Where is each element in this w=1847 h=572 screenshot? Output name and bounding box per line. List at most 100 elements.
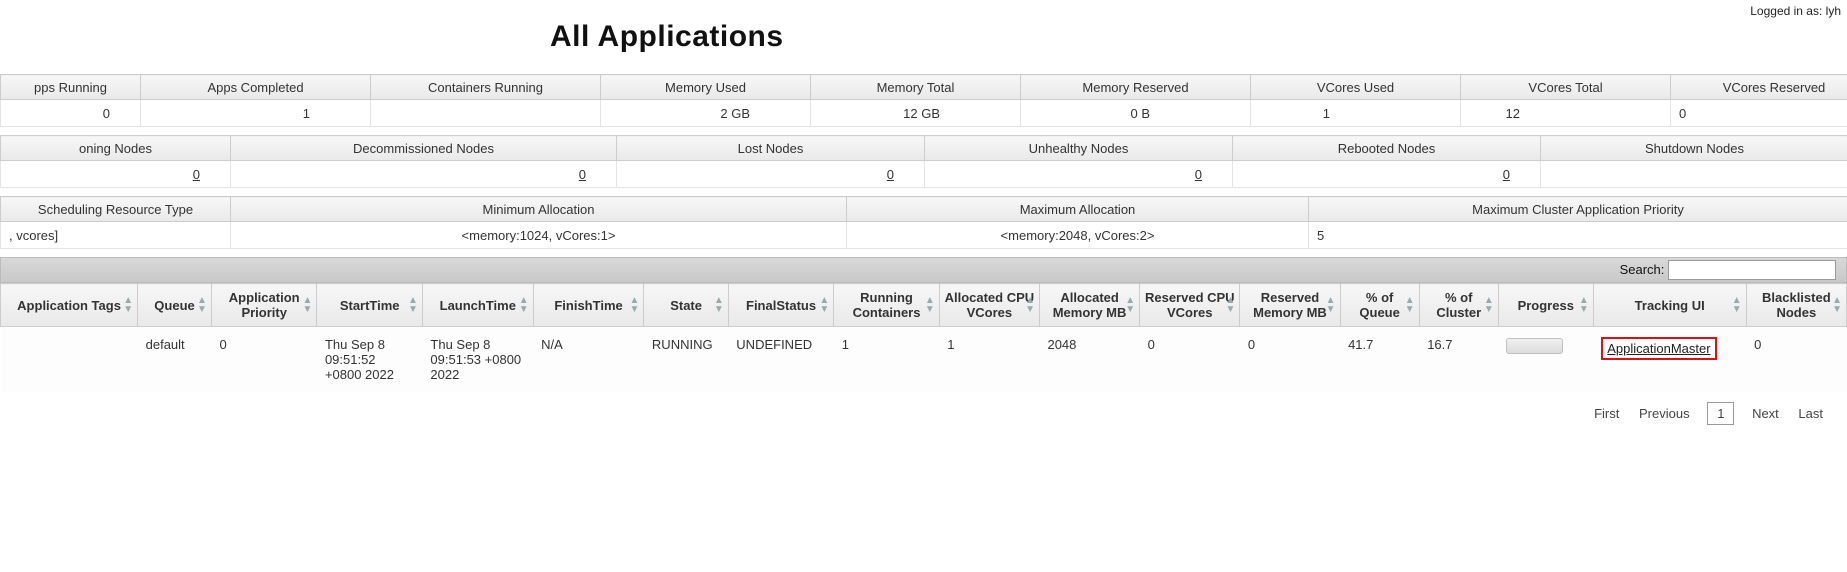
nodes-val-shutdown[interactable] (1541, 161, 1847, 188)
apps-hdr-queue[interactable]: Queue▲▼ (138, 284, 212, 327)
cell-progress (1498, 327, 1593, 393)
cell-priority: 0 (211, 327, 316, 393)
apps-hdr-priority[interactable]: Application Priority▲▼ (211, 284, 316, 327)
apps-hdr-progress[interactable]: Progress▲▼ (1498, 284, 1593, 327)
progress-bar (1506, 338, 1563, 354)
metric-hdr-containers-running: Containers Running (371, 75, 601, 100)
sort-icon: ▲▼ (408, 296, 418, 314)
nodes-hdr-rebooted: Rebooted Nodes (1233, 136, 1541, 161)
nodes-val-decommissioned[interactable]: 0 (231, 161, 617, 188)
apps-hdr-res-mem[interactable]: Reserved Memory MB▲▼ (1240, 284, 1340, 327)
metric-hdr-vcores-total: VCores Total (1461, 75, 1671, 100)
nodes-hdr-unhealthy: Unhealthy Nodes (925, 136, 1233, 161)
sched-val-min: <memory:1024, vCores:1> (231, 222, 847, 249)
tracking-ui-highlight: ApplicationMaster (1601, 337, 1716, 360)
metric-hdr-memory-used: Memory Used (601, 75, 811, 100)
sort-icon: ▲▼ (1405, 296, 1415, 314)
cell-queue: default (138, 327, 212, 393)
cell-alloc-mem: 2048 (1039, 327, 1139, 393)
metric-val-memory-total: 12 GB (811, 100, 1021, 127)
cell-res-vcores: 0 (1140, 327, 1240, 393)
apps-hdr-blacklisted[interactable]: Blacklisted Nodes▲▼ (1746, 284, 1846, 327)
cell-res-mem: 0 (1240, 327, 1340, 393)
sort-icon: ▲▼ (714, 296, 724, 314)
sort-icon: ▲▼ (1125, 296, 1135, 314)
cell-launch: Thu Sep 8 09:51:53 +0800 2022 (422, 327, 533, 393)
metric-val-containers-running (371, 100, 601, 127)
apps-hdr-tags[interactable]: Application Tags▲▼ (1, 284, 138, 327)
metric-val-apps-completed: 1 (141, 100, 371, 127)
page-prev[interactable]: Previous (1639, 406, 1690, 421)
nodes-hdr-lost: Lost Nodes (617, 136, 925, 161)
nodes-metrics-table: oning Nodes Decommissioned Nodes Lost No… (0, 135, 1847, 188)
page-first[interactable]: First (1594, 406, 1619, 421)
sort-icon: ▲▼ (1326, 296, 1336, 314)
nodes-val-rebooted[interactable]: 0 (1233, 161, 1541, 188)
applications-table: Application Tags▲▼ Queue▲▼ Application P… (0, 283, 1847, 392)
sched-hdr-type: Scheduling Resource Type (1, 197, 231, 222)
apps-hdr-finalstatus[interactable]: FinalStatus▲▼ (728, 284, 833, 327)
page-number[interactable]: 1 (1707, 402, 1734, 425)
cell-final: UNDEFINED (728, 327, 833, 393)
sched-hdr-max: Maximum Allocation (847, 197, 1309, 222)
sort-icon: ▲▼ (1025, 296, 1035, 314)
cell-tags (1, 327, 138, 393)
pagination: First Previous 1 Next Last (0, 392, 1847, 431)
page-next[interactable]: Next (1752, 406, 1779, 421)
sched-val-max: <memory:2048, vCores:2> (847, 222, 1309, 249)
sort-icon: ▲▼ (303, 296, 313, 314)
apps-hdr-running-containers[interactable]: Running Containers▲▼ (834, 284, 939, 327)
sort-icon: ▲▼ (519, 296, 529, 314)
page-last[interactable]: Last (1798, 406, 1823, 421)
nodes-hdr-decommissioning: oning Nodes (1, 136, 231, 161)
cell-tracking: ApplicationMaster (1593, 327, 1746, 393)
logged-in-user: lyh (1826, 4, 1841, 18)
apps-hdr-pct-queue[interactable]: % of Queue▲▼ (1340, 284, 1419, 327)
sched-hdr-min: Minimum Allocation (231, 197, 847, 222)
metric-hdr-apps-completed: Apps Completed (141, 75, 371, 100)
cell-running-containers: 1 (834, 327, 939, 393)
cell-blacklisted: 0 (1746, 327, 1846, 393)
sort-icon: ▲▼ (1732, 296, 1742, 314)
cell-pct-cluster: 16.7 (1419, 327, 1498, 393)
sched-val-priority: 5 (1309, 222, 1847, 249)
datatable-toolbar: Search: (0, 257, 1847, 283)
apps-hdr-res-vcores[interactable]: Reserved CPU VCores▲▼ (1140, 284, 1240, 327)
apps-hdr-starttime[interactable]: StartTime▲▼ (317, 284, 422, 327)
apps-hdr-finishtime[interactable]: FinishTime▲▼ (533, 284, 644, 327)
cluster-metrics-table: pps Running Apps Completed Containers Ru… (0, 74, 1847, 127)
table-row: default 0 Thu Sep 8 09:51:52 +0800 2022 … (1, 327, 1847, 393)
sched-hdr-priority: Maximum Cluster Application Priority (1309, 197, 1847, 222)
search-label: Search: (1620, 262, 1665, 277)
apps-hdr-tracking[interactable]: Tracking UI▲▼ (1593, 284, 1746, 327)
apps-hdr-alloc-vcores[interactable]: Allocated CPU VCores▲▼ (939, 284, 1039, 327)
cell-pct-queue: 41.7 (1340, 327, 1419, 393)
cell-state: RUNNING (644, 327, 728, 393)
nodes-hdr-shutdown: Shutdown Nodes (1541, 136, 1847, 161)
search-input[interactable] (1668, 260, 1836, 280)
apps-hdr-alloc-mem[interactable]: Allocated Memory MB▲▼ (1039, 284, 1139, 327)
sort-icon: ▲▼ (819, 296, 829, 314)
logged-in-status: Logged in as: lyh (1750, 4, 1841, 18)
cell-finish: N/A (533, 327, 644, 393)
sort-icon: ▲▼ (925, 296, 935, 314)
metric-hdr-vcores-used: VCores Used (1251, 75, 1461, 100)
apps-hdr-launchtime[interactable]: LaunchTime▲▼ (422, 284, 533, 327)
sort-icon: ▲▼ (630, 296, 640, 314)
page-title: All Applications (550, 20, 1847, 54)
apps-hdr-state[interactable]: State▲▼ (644, 284, 728, 327)
logged-in-prefix: Logged in as: (1750, 4, 1825, 18)
metric-hdr-memory-total: Memory Total (811, 75, 1021, 100)
sort-icon: ▲▼ (197, 296, 207, 314)
apps-hdr-pct-cluster[interactable]: % of Cluster▲▼ (1419, 284, 1498, 327)
metric-val-memory-used: 2 GB (601, 100, 811, 127)
nodes-val-lost[interactable]: 0 (617, 161, 925, 188)
metric-hdr-vcores-reserved: VCores Reserved (1671, 75, 1847, 100)
sort-icon: ▲▼ (1225, 296, 1235, 314)
metric-val-vcores-used: 1 (1251, 100, 1461, 127)
cell-start: Thu Sep 8 09:51:52 +0800 2022 (317, 327, 422, 393)
nodes-val-unhealthy[interactable]: 0 (925, 161, 1233, 188)
sort-icon: ▲▼ (123, 296, 133, 314)
nodes-val-decommissioning[interactable]: 0 (1, 161, 231, 188)
tracking-ui-link[interactable]: ApplicationMaster (1607, 341, 1710, 356)
